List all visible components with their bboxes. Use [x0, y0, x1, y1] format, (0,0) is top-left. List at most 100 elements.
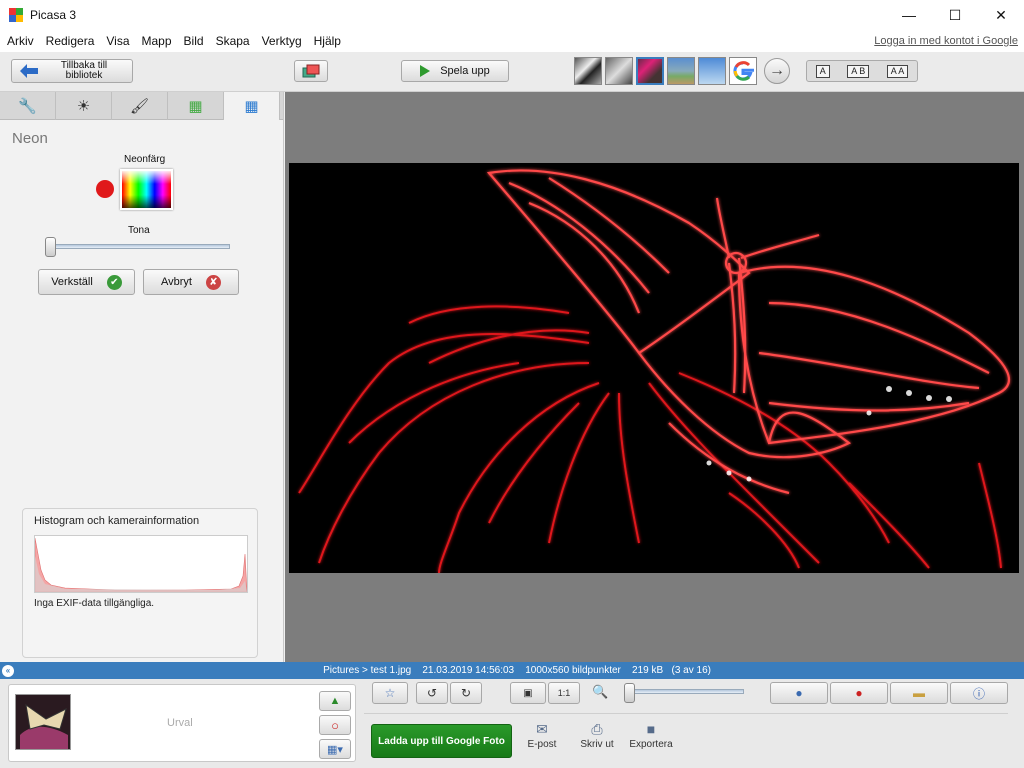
menu-redigera[interactable]: Redigera	[39, 34, 100, 48]
tone-slider-track[interactable]	[50, 244, 230, 249]
print-button[interactable]: ⎙ Skriv ut	[572, 721, 622, 750]
edit-tabs: 🔧 ☀ 🖌 ▦ ▦	[0, 92, 283, 120]
play-icon	[420, 65, 431, 77]
filmstrip-thumb-sky[interactable]	[698, 57, 726, 85]
edit-panel: 🔧 ☀ 🖌 ▦ ▦ Neon Neonfärg Tona Verkställ ✔…	[0, 92, 284, 662]
album-dropdown-icon: ▦▾	[327, 743, 343, 756]
status-dimensions: 1000x560 bildpunkter	[525, 665, 621, 676]
view-mode-double[interactable]: A A	[886, 64, 909, 78]
zoom-icon: 🔍	[592, 684, 609, 699]
hold-pin-button[interactable]: ▲	[319, 691, 351, 711]
neon-color-picker[interactable]	[120, 169, 173, 210]
back-to-library-button[interactable]: Tillbaka till bibliotek	[11, 59, 133, 83]
geotag-button[interactable]: ●	[830, 682, 888, 704]
collapse-panel-icon[interactable]: «	[2, 664, 14, 677]
tray-butterfly-thumb	[16, 695, 70, 749]
play-label: Spela upp	[440, 65, 490, 77]
star-button[interactable]: ☆	[372, 682, 408, 704]
filmstrip-thumb-butterfly[interactable]	[636, 57, 664, 85]
next-photo-button[interactable]: →	[764, 58, 790, 84]
filmstrip	[574, 57, 757, 85]
map-pin-icon: ●	[855, 686, 863, 700]
selected-color-swatch	[96, 180, 114, 198]
menu-bar: Arkiv Redigera Visa Mapp Bild Skapa Verk…	[0, 30, 1024, 52]
photo-viewer	[285, 92, 1024, 662]
brush-green-icon: ▦	[188, 98, 203, 115]
share-gift-button[interactable]	[294, 60, 328, 82]
effect-title: Neon	[12, 130, 48, 147]
tray-selection-label: Urval	[167, 717, 193, 729]
histogram-curve	[34, 537, 248, 593]
photo-tray: Urval ▲ ○ ▦▾	[8, 684, 356, 762]
people-button[interactable]: ●	[770, 682, 828, 704]
cancel-label: Avbryt	[161, 276, 192, 288]
exif-info-text: Inga EXIF-data tillgängliga.	[34, 598, 155, 609]
filmstrip-thumb-google[interactable]	[729, 57, 757, 85]
tone-label: Tona	[128, 225, 150, 236]
actual-size-button[interactable]: 1:1	[548, 682, 580, 704]
tray-thumbnail[interactable]	[15, 694, 71, 750]
title-bar: Picasa 3 — ☐ ✕	[0, 0, 1024, 30]
maximize-button[interactable]: ☐	[932, 0, 978, 30]
tone-slider-handle[interactable]	[45, 237, 56, 257]
envelope-icon: ✉	[536, 721, 548, 737]
filmstrip-thumb-panda[interactable]	[574, 57, 602, 85]
neon-butterfly-photo[interactable]	[289, 163, 1019, 573]
google-icon	[733, 61, 754, 81]
cancel-button[interactable]: Avbryt ✘	[143, 269, 239, 295]
add-to-album-button[interactable]: ▦▾	[319, 739, 351, 759]
tab-effects-2[interactable]: ▦	[168, 92, 224, 120]
play-slideshow-button[interactable]: Spela upp	[401, 60, 509, 82]
rotate-left-icon: ↺	[426, 686, 438, 700]
export-button[interactable]: ■ Exportera	[626, 721, 676, 750]
fit-to-screen-button[interactable]: ▣	[510, 682, 546, 704]
zoom-slider-track[interactable]	[628, 689, 744, 694]
rotate-right-icon: ↻	[460, 686, 472, 700]
apply-label: Verkställ	[51, 276, 93, 288]
tab-basic-fixes[interactable]: 🔧	[0, 92, 56, 120]
histogram-graph	[34, 535, 248, 593]
bottom-panel: Urval ▲ ○ ▦▾ ☆ ↺ ↻ ▣ 1:1 🔍 ● ● ▬ ⓘ Ladda…	[0, 679, 1024, 768]
rotate-right-button[interactable]: ↻	[450, 682, 482, 704]
properties-button[interactable]: ⓘ	[950, 682, 1008, 704]
tag-icon: ▬	[913, 686, 925, 700]
export-label: Exportera	[629, 739, 673, 750]
histogram-title: Histogram och kamerainformation	[34, 515, 200, 527]
cancel-x-icon: ✘	[205, 274, 221, 290]
menu-bild[interactable]: Bild	[177, 34, 209, 48]
menu-mapp[interactable]: Mapp	[135, 34, 177, 48]
tab-tuning[interactable]: ☀	[56, 92, 112, 120]
apply-button[interactable]: Verkställ ✔	[38, 269, 135, 295]
menu-verktyg[interactable]: Verktyg	[255, 34, 307, 48]
info-icon: ⓘ	[972, 686, 985, 701]
clear-circle-icon: ○	[331, 717, 339, 733]
butterfly-neon-image	[298, 169, 1010, 573]
share-icon	[302, 64, 320, 78]
menu-visa[interactable]: Visa	[99, 34, 134, 48]
menu-hjalp[interactable]: Hjälp	[307, 34, 346, 48]
close-button[interactable]: ✕	[978, 0, 1024, 30]
view-mode-single[interactable]: A	[815, 64, 830, 78]
star-icon: ☆	[384, 686, 396, 700]
menu-skapa[interactable]: Skapa	[209, 34, 255, 48]
tab-effects-3[interactable]: ▦	[224, 92, 280, 120]
menu-arkiv[interactable]: Arkiv	[0, 34, 39, 48]
upload-to-google-photos-button[interactable]: Ladda upp till Google Foto	[371, 724, 512, 758]
tags-button[interactable]: ▬	[890, 682, 948, 704]
zoom-slider-handle[interactable]	[624, 683, 635, 703]
back-to-library-label: Tillbaka till bibliotek	[60, 60, 108, 81]
clear-tray-button[interactable]: ○	[319, 715, 351, 735]
tab-effects[interactable]: 🖌	[112, 92, 168, 120]
fit-screen-icon: ▣	[523, 687, 533, 699]
rotate-left-button[interactable]: ↺	[416, 682, 448, 704]
person-icon: ●	[795, 686, 803, 700]
view-mode-compare[interactable]: A B	[847, 64, 870, 78]
minimize-button[interactable]: —	[886, 0, 932, 30]
google-login-link[interactable]: Logga in med kontot i Google	[874, 35, 1018, 47]
email-button[interactable]: ✉ E-post	[517, 721, 567, 750]
wrench-icon: 🔧	[18, 98, 37, 115]
filmstrip-thumb-tree[interactable]	[667, 57, 695, 85]
filmstrip-thumb-animal[interactable]	[605, 57, 633, 85]
histogram-panel: Histogram och kamerainformation Inga EXI…	[22, 508, 258, 658]
one-to-one-icon: 1:1	[557, 688, 571, 698]
